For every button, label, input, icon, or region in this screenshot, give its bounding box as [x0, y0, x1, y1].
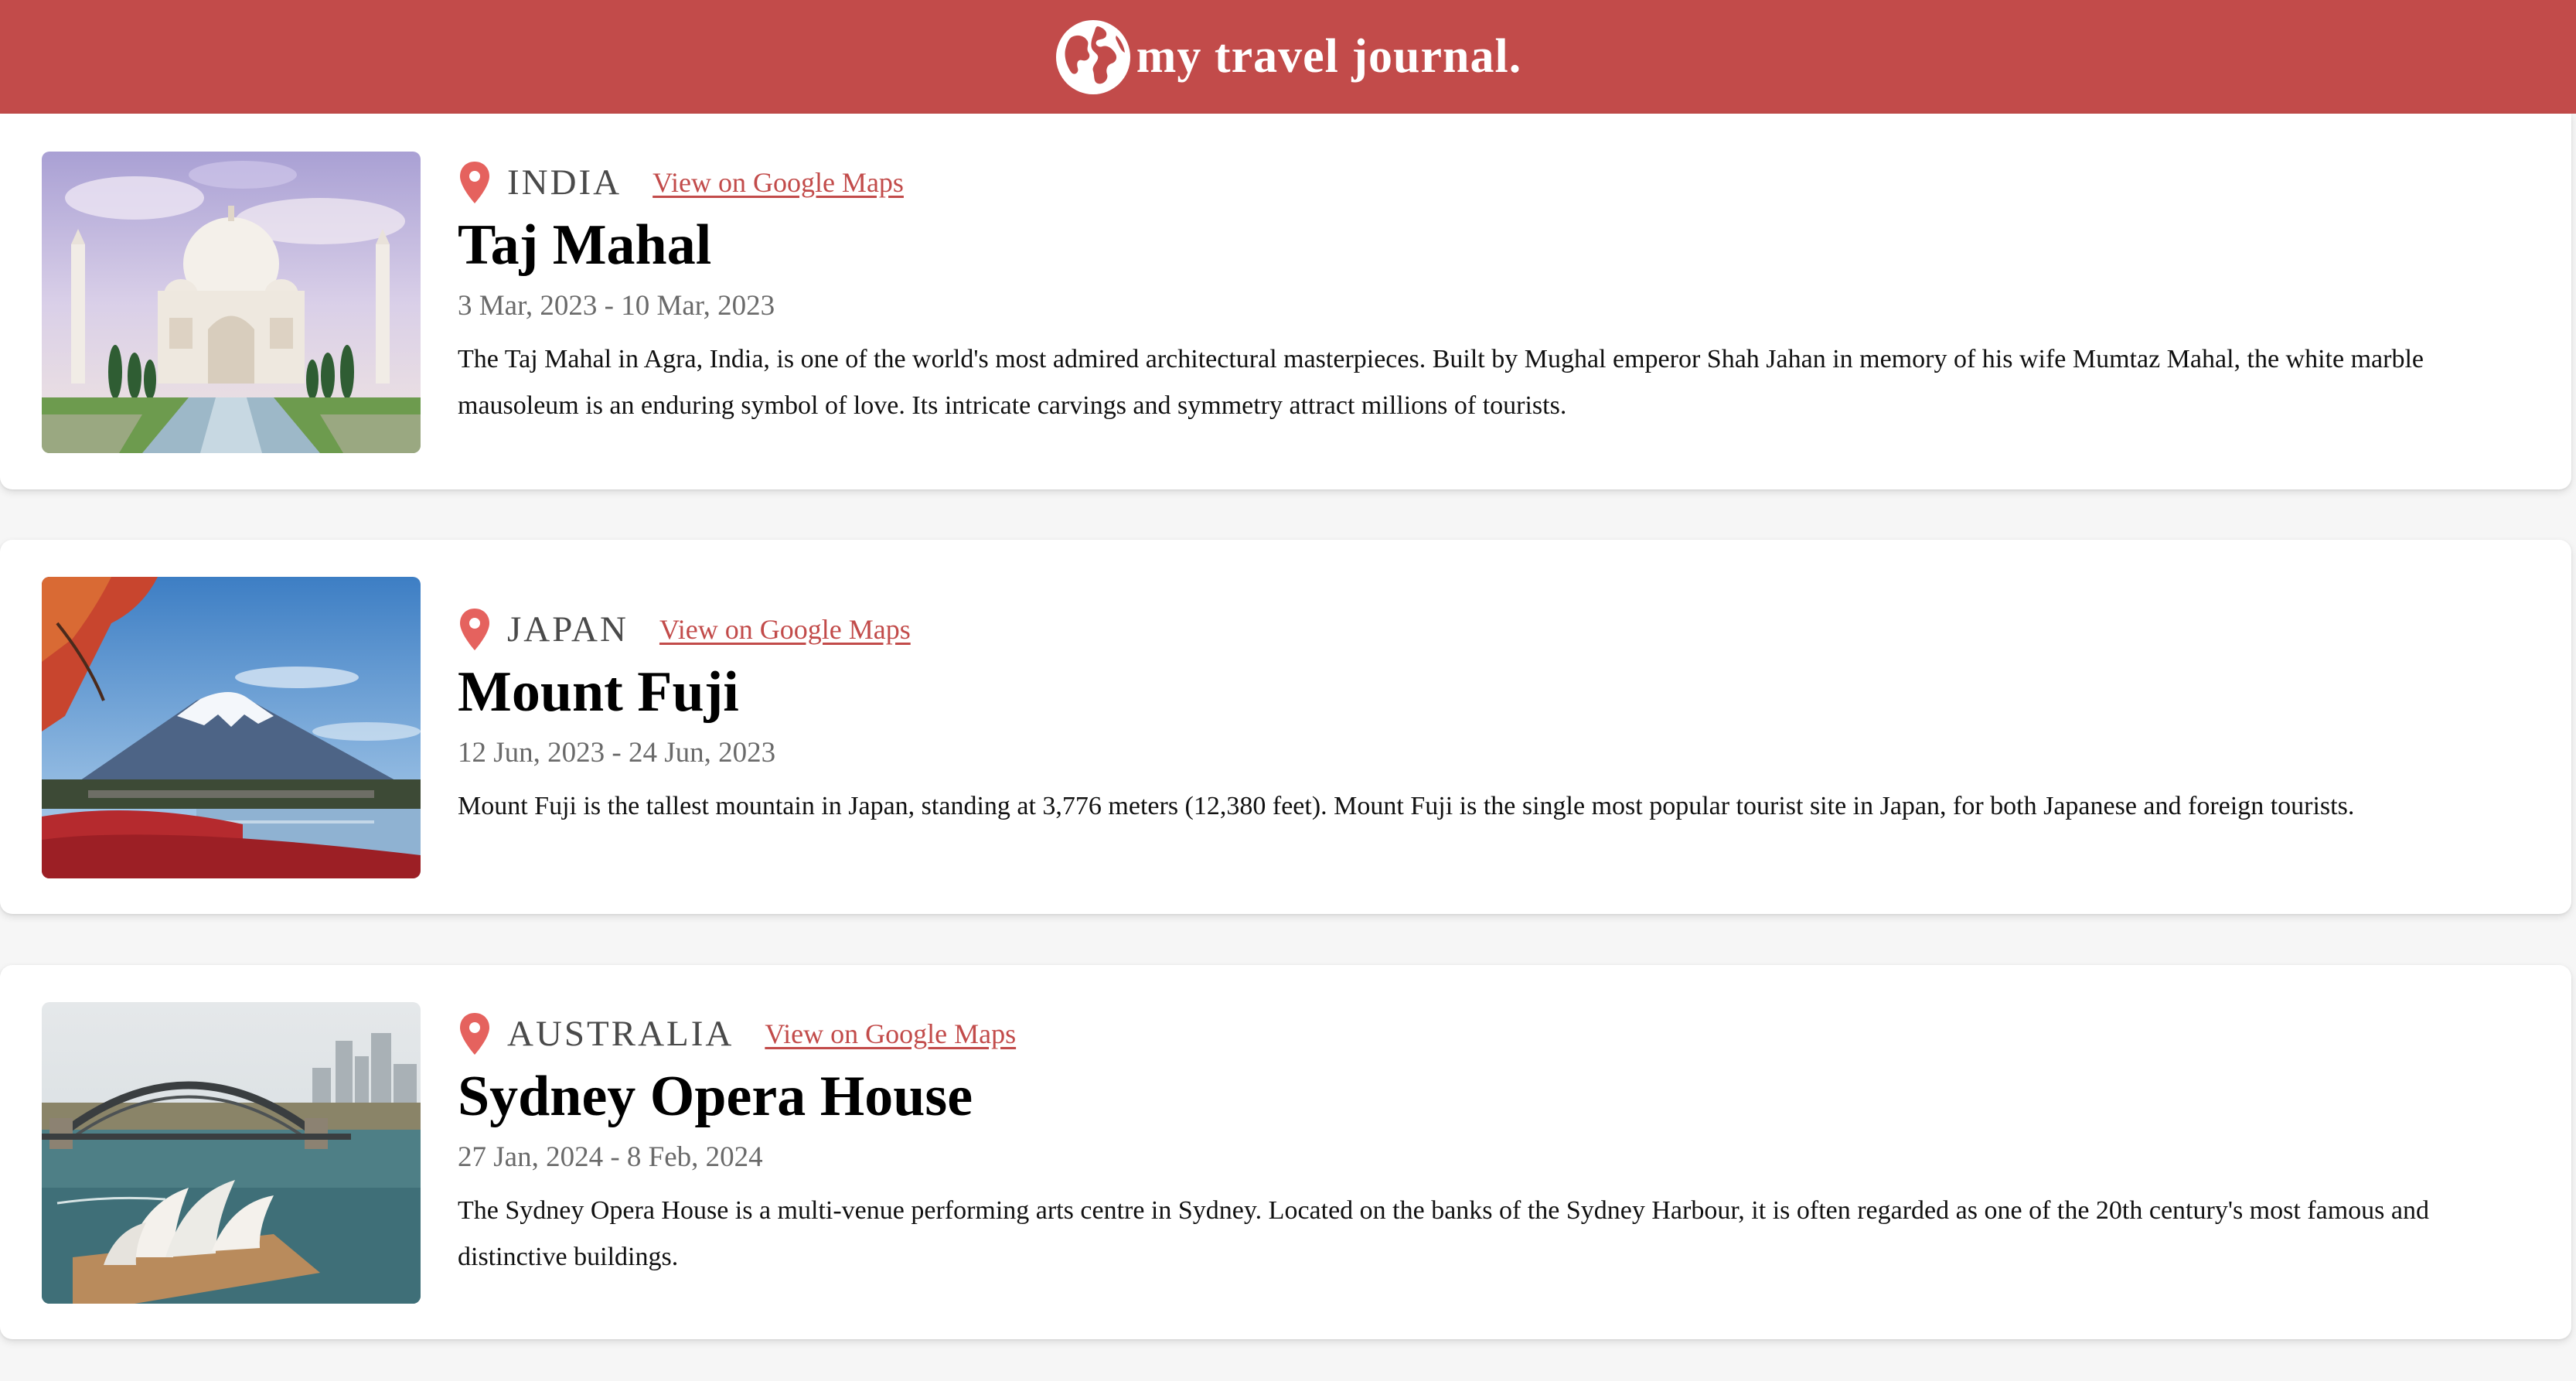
journal-entry-card: JAPAN View on Google Maps Mount Fuji 12 …: [0, 540, 2571, 914]
country-label: INDIA: [507, 162, 622, 203]
globe-icon: [1055, 19, 1130, 94]
location-row: INDIA View on Google Maps: [458, 157, 2525, 208]
place-description: The Taj Mahal in Agra, India, is one of …: [458, 345, 2424, 421]
journal-entry-card: INDIA View on Google Maps Taj Mahal 3 Ma…: [0, 114, 2571, 489]
journal-entry-card: AUSTRALIA View on Google Maps Sydney Ope…: [0, 965, 2571, 1339]
entry-content: INDIA View on Google Maps Taj Mahal 3 Ma…: [458, 157, 2525, 429]
location-pin-icon: [460, 1013, 489, 1055]
trip-dates: 3 Mar, 2023 - 10 Mar, 2023: [458, 290, 775, 322]
entry-content: AUSTRALIA View on Google Maps Sydney Ope…: [458, 1008, 2525, 1280]
trip-dates: 12 Jun, 2023 - 24 Jun, 2023: [458, 737, 776, 769]
country-label: AUSTRALIA: [507, 1014, 734, 1054]
entry-photo-sydney-opera-house: [42, 1002, 421, 1304]
entry-photo-mount-fuji: [42, 577, 421, 878]
google-maps-link[interactable]: View on Google Maps: [659, 613, 911, 646]
place-title: Taj Mahal: [458, 213, 712, 277]
app-header: my travel journal.: [0, 0, 2576, 114]
place-description: Mount Fuji is the tallest mountain in Ja…: [458, 792, 2355, 821]
entry-photo-taj-mahal: [42, 152, 421, 453]
country-label: JAPAN: [507, 609, 629, 650]
trip-dates: 27 Jan, 2024 - 8 Feb, 2024: [458, 1141, 763, 1174]
location-pin-icon: [460, 609, 489, 650]
location-row: JAPAN View on Google Maps: [458, 604, 2525, 655]
place-title: Mount Fuji: [458, 660, 739, 724]
google-maps-link[interactable]: View on Google Maps: [765, 1018, 1016, 1050]
place-description: The Sydney Opera House is a multi-venue …: [458, 1196, 2429, 1272]
google-maps-link[interactable]: View on Google Maps: [653, 166, 904, 199]
app-title: my travel journal.: [1136, 30, 1522, 83]
place-title: Sydney Opera House: [458, 1065, 973, 1128]
location-pin-icon: [460, 162, 489, 203]
entry-content: JAPAN View on Google Maps Mount Fuji 12 …: [458, 604, 2525, 830]
location-row: AUSTRALIA View on Google Maps: [458, 1008, 2525, 1059]
